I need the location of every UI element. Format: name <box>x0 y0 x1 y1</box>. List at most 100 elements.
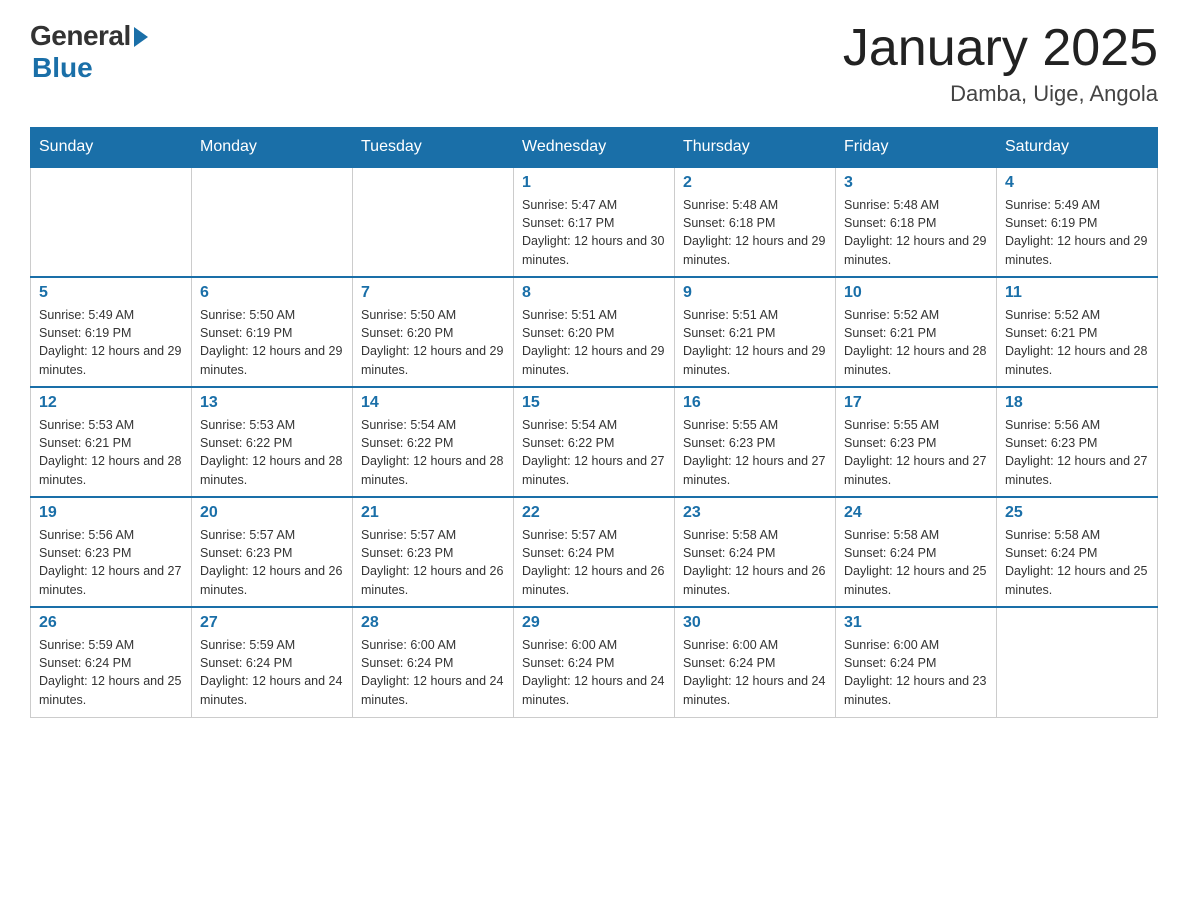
calendar-cell: 3Sunrise: 5:48 AMSunset: 6:18 PMDaylight… <box>836 167 997 277</box>
day-number: 27 <box>200 614 344 632</box>
day-number: 15 <box>522 394 666 412</box>
day-info: Sunrise: 5:53 AMSunset: 6:21 PMDaylight:… <box>39 416 183 489</box>
day-number: 28 <box>361 614 505 632</box>
calendar-location: Damba, Uige, Angola <box>843 81 1158 107</box>
day-number: 5 <box>39 284 183 302</box>
day-number: 23 <box>683 504 827 522</box>
calendar-cell: 19Sunrise: 5:56 AMSunset: 6:23 PMDayligh… <box>31 497 192 607</box>
calendar-cell <box>353 167 514 277</box>
day-info: Sunrise: 5:59 AMSunset: 6:24 PMDaylight:… <box>200 636 344 709</box>
day-number: 9 <box>683 284 827 302</box>
calendar-cell: 9 Sunrise: 5:51 AMSunset: 6:21 PMDaylight… <box>675 277 836 387</box>
calendar-title: January 2025 <box>843 20 1158 77</box>
calendar-cell: 18 Sunrise: 5:56 AMSunset: 6:23 PMDayligh… <box>997 387 1158 497</box>
day-number: 30 <box>683 614 827 632</box>
day-number: 26 <box>39 614 183 632</box>
calendar-table: SundayMondayTuesdayWednesdayThursdayFrid… <box>30 127 1158 718</box>
calendar-cell: 12Sunrise: 5:53 AMSunset: 6:21 PMDayligh… <box>31 387 192 497</box>
calendar-cell: 30 Sunrise: 6:00 AMSunset: 6:24 PMDayligh… <box>675 607 836 717</box>
day-info: Sunrise: 5:53 AMSunset: 6:22 PMDaylight:… <box>200 416 344 489</box>
day-info: Sunrise: 5:52 AMSunset: 6:21 PMDaylight:… <box>844 306 988 379</box>
logo: General Blue <box>30 20 148 84</box>
day-number: 8 <box>522 284 666 302</box>
day-info: Sunrise: 6:00 AMSunset: 6:24 PMDaylight:… <box>844 636 988 709</box>
calendar-cell: 5Sunrise: 5:49 AMSunset: 6:19 PMDaylight… <box>31 277 192 387</box>
day-number: 11 <box>1005 284 1149 302</box>
day-number: 10 <box>844 284 988 302</box>
calendar-cell: 15 Sunrise: 5:54 AMSunset: 6:22 PMDayligh… <box>514 387 675 497</box>
calendar-cell: 11 Sunrise: 5:52 AMSunset: 6:21 PMDayligh… <box>997 277 1158 387</box>
calendar-cell <box>31 167 192 277</box>
header-monday: Monday <box>192 128 353 168</box>
day-info: Sunrise: 5:52 AMSunset: 6:21 PMDaylight:… <box>1005 306 1149 379</box>
calendar-cell: 4Sunrise: 5:49 AMSunset: 6:19 PMDaylight… <box>997 167 1158 277</box>
day-info: Sunrise: 5:59 AMSunset: 6:24 PMDaylight:… <box>39 636 183 709</box>
day-number: 18 <box>1005 394 1149 412</box>
day-number: 6 <box>200 284 344 302</box>
day-info: Sunrise: 5:47 AMSunset: 6:17 PMDaylight:… <box>522 196 666 269</box>
day-info: Sunrise: 5:57 AMSunset: 6:23 PMDaylight:… <box>361 526 505 599</box>
calendar-cell: 10 Sunrise: 5:52 AMSunset: 6:21 PMDayligh… <box>836 277 997 387</box>
day-info: Sunrise: 5:55 AMSunset: 6:23 PMDaylight:… <box>683 416 827 489</box>
day-number: 16 <box>683 394 827 412</box>
day-info: Sunrise: 5:48 AMSunset: 6:18 PMDaylight:… <box>683 196 827 269</box>
day-info: Sunrise: 6:00 AMSunset: 6:24 PMDaylight:… <box>361 636 505 709</box>
day-info: Sunrise: 5:54 AMSunset: 6:22 PMDaylight:… <box>361 416 505 489</box>
calendar-cell: 14 Sunrise: 5:54 AMSunset: 6:22 PMDayligh… <box>353 387 514 497</box>
calendar-cell: 27 Sunrise: 5:59 AMSunset: 6:24 PMDayligh… <box>192 607 353 717</box>
week-row-1: 1Sunrise: 5:47 AMSunset: 6:17 PMDaylight… <box>31 167 1158 277</box>
day-number: 29 <box>522 614 666 632</box>
day-info: Sunrise: 5:57 AMSunset: 6:23 PMDaylight:… <box>200 526 344 599</box>
calendar-cell: 22 Sunrise: 5:57 AMSunset: 6:24 PMDayligh… <box>514 497 675 607</box>
day-info: Sunrise: 5:54 AMSunset: 6:22 PMDaylight:… <box>522 416 666 489</box>
day-number: 20 <box>200 504 344 522</box>
week-row-5: 26 Sunrise: 5:59 AMSunset: 6:24 PMDayligh… <box>31 607 1158 717</box>
calendar-cell <box>192 167 353 277</box>
header-info: January 2025 Damba, Uige, Angola <box>843 20 1158 107</box>
logo-general-text: General <box>30 20 131 52</box>
calendar-cell: 26 Sunrise: 5:59 AMSunset: 6:24 PMDayligh… <box>31 607 192 717</box>
header-tuesday: Tuesday <box>353 128 514 168</box>
calendar-cell: 25 Sunrise: 5:58 AMSunset: 6:24 PMDayligh… <box>997 497 1158 607</box>
calendar-cell: 16 Sunrise: 5:55 AMSunset: 6:23 PMDayligh… <box>675 387 836 497</box>
day-info: Sunrise: 5:50 AMSunset: 6:19 PMDaylight:… <box>200 306 344 379</box>
day-number: 22 <box>522 504 666 522</box>
day-info: Sunrise: 5:57 AMSunset: 6:24 PMDaylight:… <box>522 526 666 599</box>
logo-blue-text: Blue <box>32 52 93 84</box>
day-number: 17 <box>844 394 988 412</box>
header-saturday: Saturday <box>997 128 1158 168</box>
calendar-cell: 21 Sunrise: 5:57 AMSunset: 6:23 PMDayligh… <box>353 497 514 607</box>
day-number: 21 <box>361 504 505 522</box>
calendar-cell: 13 Sunrise: 5:53 AMSunset: 6:22 PMDayligh… <box>192 387 353 497</box>
calendar-cell: 1Sunrise: 5:47 AMSunset: 6:17 PMDaylight… <box>514 167 675 277</box>
logo-arrow-icon <box>134 27 148 47</box>
calendar-cell: 17 Sunrise: 5:55 AMSunset: 6:23 PMDayligh… <box>836 387 997 497</box>
calendar-cell: 2 Sunrise: 5:48 AMSunset: 6:18 PMDaylight… <box>675 167 836 277</box>
day-number: 13 <box>200 394 344 412</box>
day-info: Sunrise: 6:00 AMSunset: 6:24 PMDaylight:… <box>522 636 666 709</box>
calendar-cell <box>997 607 1158 717</box>
day-number: 31 <box>844 614 988 632</box>
day-number: 2 <box>683 174 827 192</box>
calendar-cell: 24Sunrise: 5:58 AMSunset: 6:24 PMDayligh… <box>836 497 997 607</box>
week-row-2: 5Sunrise: 5:49 AMSunset: 6:19 PMDaylight… <box>31 277 1158 387</box>
day-number: 7 <box>361 284 505 302</box>
day-info: Sunrise: 5:51 AMSunset: 6:21 PMDaylight:… <box>683 306 827 379</box>
calendar-cell: 6 Sunrise: 5:50 AMSunset: 6:19 PMDaylight… <box>192 277 353 387</box>
day-info: Sunrise: 6:00 AMSunset: 6:24 PMDaylight:… <box>683 636 827 709</box>
day-info: Sunrise: 5:55 AMSunset: 6:23 PMDaylight:… <box>844 416 988 489</box>
calendar-cell: 29 Sunrise: 6:00 AMSunset: 6:24 PMDayligh… <box>514 607 675 717</box>
day-info: Sunrise: 5:58 AMSunset: 6:24 PMDaylight:… <box>683 526 827 599</box>
calendar-header-row: SundayMondayTuesdayWednesdayThursdayFrid… <box>31 128 1158 168</box>
day-number: 3 <box>844 174 988 192</box>
page-header: General Blue January 2025 Damba, Uige, A… <box>30 20 1158 107</box>
day-info: Sunrise: 5:56 AMSunset: 6:23 PMDaylight:… <box>1005 416 1149 489</box>
day-number: 25 <box>1005 504 1149 522</box>
calendar-cell: 8Sunrise: 5:51 AMSunset: 6:20 PMDaylight… <box>514 277 675 387</box>
calendar-cell: 7Sunrise: 5:50 AMSunset: 6:20 PMDaylight… <box>353 277 514 387</box>
day-number: 14 <box>361 394 505 412</box>
day-info: Sunrise: 5:58 AMSunset: 6:24 PMDaylight:… <box>1005 526 1149 599</box>
day-number: 4 <box>1005 174 1149 192</box>
calendar-cell: 20 Sunrise: 5:57 AMSunset: 6:23 PMDayligh… <box>192 497 353 607</box>
calendar-cell: 23 Sunrise: 5:58 AMSunset: 6:24 PMDayligh… <box>675 497 836 607</box>
